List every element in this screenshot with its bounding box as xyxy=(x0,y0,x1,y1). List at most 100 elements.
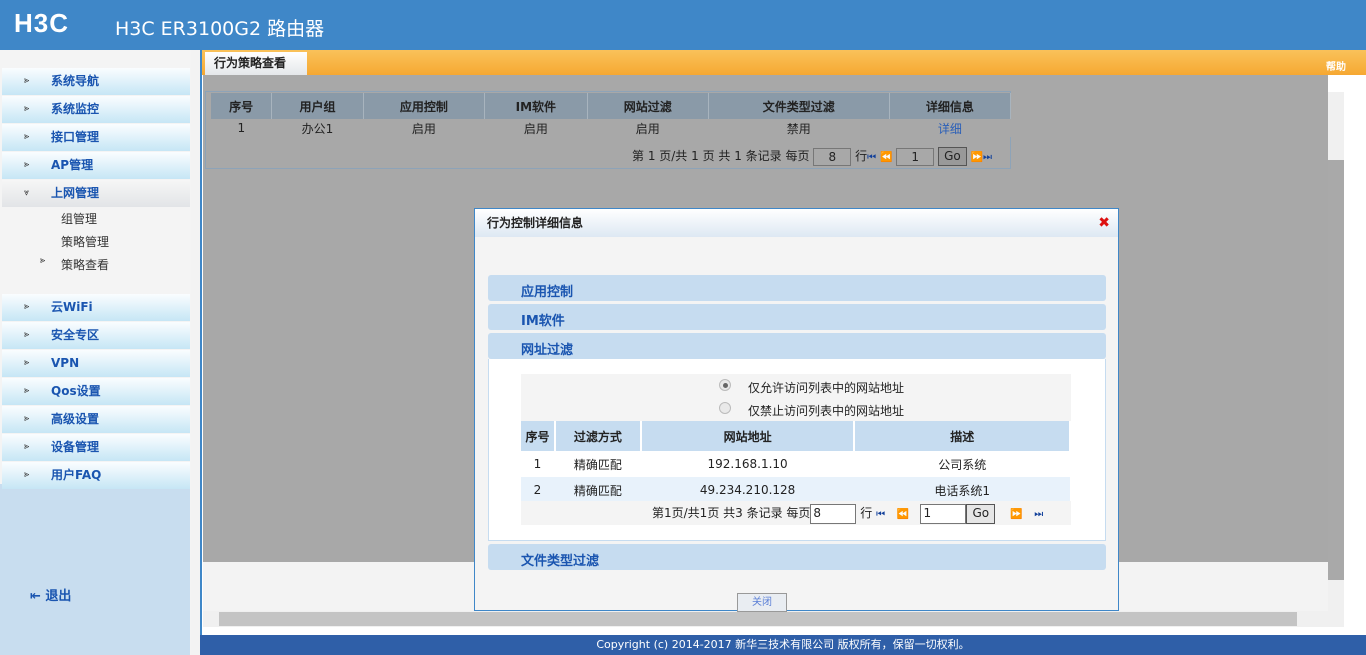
last-page-icon[interactable]: ⏭ xyxy=(1034,509,1043,520)
table-cell: 精确匹配 xyxy=(554,477,641,503)
sidebar-subitem[interactable]: ⪢ 策略查看 xyxy=(40,256,109,273)
page-input[interactable]: 1 xyxy=(896,147,935,166)
tab-policy-view[interactable]: 行为策略查看 xyxy=(205,52,307,75)
header: H3C H3C ER3100G2 路由器 xyxy=(0,0,1366,50)
detail-link[interactable]: 详细 xyxy=(889,119,1011,137)
close-button[interactable]: 关闭 xyxy=(737,593,787,612)
next-page-icon[interactable]: ⏩ xyxy=(1010,509,1022,520)
collapsed-arrow-icon: ⪢ xyxy=(24,414,30,424)
policy-table: 序号 用户组 应用控制 IM软件 网站过滤 文件类型过滤 详细信息 1 办公1 启用 启用 启用 禁用详… xyxy=(211,93,1012,137)
prev-page-icon[interactable]: ⏪ xyxy=(880,152,892,163)
collapsed-arrow-icon: ⪢ xyxy=(24,76,30,86)
column-header: 文件类型过滤 xyxy=(708,93,890,119)
sidebar-item[interactable]: ⪢ 设备管理 xyxy=(2,434,190,461)
sidebar-item-label: 上网管理 xyxy=(51,186,100,200)
table-cell: 2 xyxy=(521,477,555,503)
sidebar-item-label: 接口管理 xyxy=(51,130,100,144)
sidebar-item[interactable]: ⪢ VPN xyxy=(2,350,190,377)
sidebar-item[interactable]: ⪢ 用户FAQ xyxy=(2,462,190,489)
column-header: 网站地址 xyxy=(640,421,856,451)
filter-mode-radios: 仅允许访问列表中的网站地址 仅禁止访问列表中的网站地址 xyxy=(521,374,1071,421)
sidebar-item-label: VPN xyxy=(51,356,80,370)
table-row: 2 精确匹配 49.234.210.128 电话系统1 xyxy=(521,477,1070,503)
column-header: 过滤方式 xyxy=(554,421,642,451)
radio-allow-list[interactable] xyxy=(719,379,731,391)
go-button[interactable]: Go xyxy=(966,503,996,524)
table-cell: 公司系统 xyxy=(938,457,987,472)
section-url-filter[interactable]: 网址过滤 xyxy=(488,333,1106,359)
vertical-scroll-thumb[interactable] xyxy=(1328,160,1344,580)
sidebar-item[interactable]: ⪢ Qos设置 xyxy=(2,378,190,405)
table-cell: 办公1 xyxy=(271,119,364,137)
sidebar-item[interactable]: ⩔ 上网管理 xyxy=(2,180,190,207)
page-input[interactable]: 1 xyxy=(920,503,967,524)
collapsed-arrow-icon: ⪢ xyxy=(24,104,30,114)
section-app-control[interactable]: 应用控制 xyxy=(488,275,1106,301)
go-button[interactable]: Go xyxy=(938,147,967,166)
prev-page-icon[interactable]: ⏪ xyxy=(897,509,909,520)
collapsed-arrow-icon: ⪢ xyxy=(24,132,30,142)
collapsed-arrow-icon: ⪢ xyxy=(24,470,30,480)
tab-bar xyxy=(202,50,1366,75)
sidebar-item-label: 用户FAQ xyxy=(51,468,102,482)
radio-deny-list[interactable] xyxy=(719,402,731,414)
table-row: 1 办公1 启用 启用 启用 禁用 详细 xyxy=(211,119,1011,137)
close-icon[interactable]: ✖ xyxy=(1098,209,1110,237)
sidebar-item-label: 系统监控 xyxy=(51,102,100,116)
first-page-icon[interactable]: ⏮ xyxy=(876,509,885,520)
collapsed-arrow-icon: ⪢ xyxy=(24,160,30,170)
sidebar-subitem[interactable]: 组管理 xyxy=(61,210,97,227)
sidebar-item[interactable]: ⪢ 接口管理 xyxy=(2,124,190,151)
collapsed-arrow-icon: ⪢ xyxy=(24,302,30,312)
logout-icon: ⇤ xyxy=(30,589,46,604)
column-header: 序号 xyxy=(521,421,556,451)
table-cell: 49.234.210.128 xyxy=(640,477,855,503)
horizontal-scroll-thumb[interactable] xyxy=(219,612,1297,626)
sidebar-item-label: 安全专区 xyxy=(51,328,100,342)
last-page-icon[interactable]: ⏭ xyxy=(983,152,992,163)
per-page-input[interactable]: 8 xyxy=(813,147,852,166)
sidebar-item[interactable]: ⪢ 系统监控 xyxy=(2,96,190,123)
dialog-header: 行为控制详细信息 xyxy=(475,209,1118,237)
help-link[interactable]: 帮助 xyxy=(1326,58,1346,73)
current-arrow-icon: ⪢ xyxy=(40,256,46,266)
url-pager: 第1页/共1页 共3 条记录 每页 8 行 ⏮ ⏪ 1 Go ⏩ ⏭ xyxy=(521,501,1071,525)
sidebar-item[interactable]: ⪢ 云WiFi xyxy=(2,294,190,321)
column-header: 序号 xyxy=(211,93,273,119)
table-cell: 1 xyxy=(211,119,272,137)
sidebar-item-label: 高级设置 xyxy=(51,412,100,426)
first-page-icon[interactable]: ⏮ xyxy=(867,152,876,163)
logout-button[interactable]: ⇤ 退出 xyxy=(30,585,71,604)
column-header: 应用控制 xyxy=(363,93,486,119)
collapsed-arrow-icon: ⪢ xyxy=(24,386,30,396)
dialog-title: 行为控制详细信息 xyxy=(487,216,584,230)
sidebar-item[interactable]: ⪢ 安全专区 xyxy=(2,322,190,349)
sidebar-subitem[interactable]: 策略管理 xyxy=(61,233,109,250)
table-cell: 精确匹配 xyxy=(573,457,622,472)
sidebar-item[interactable]: ⪢ 系统导航 xyxy=(2,68,190,95)
sidebar-item[interactable]: ⪢ AP管理 xyxy=(2,152,190,179)
detail-dialog: 行为控制详细信息 ✖ 应用控制 IM软件 网址过滤 仅允许访问列表中的网站地址 … xyxy=(474,208,1119,612)
table-cell: 启用 xyxy=(484,119,588,137)
section-im-software[interactable]: IM软件 xyxy=(488,304,1106,330)
column-header: IM软件 xyxy=(484,93,588,119)
section-file-type-filter[interactable]: 文件类型过滤 xyxy=(488,544,1106,570)
sidebar-item[interactable]: ⪢ 高级设置 xyxy=(2,406,190,433)
footer-copyright: Copyright (c) 2014-2017 新华三技术有限公司 版权所有，保… xyxy=(200,635,1366,655)
url-filter-body: 仅允许访问列表中的网站地址 仅禁止访问列表中的网站地址 序号 过滤方式 网站地址 描述… xyxy=(488,359,1106,541)
expanded-arrow-icon: ⩔ xyxy=(24,188,30,198)
table-cell: 启用 xyxy=(363,119,485,137)
policy-pager: 第 1 页/共 1 页 共 1 条记录 每页 8 行⏮ ⏪ 1 Go ⏩⏭ xyxy=(632,147,992,166)
column-header: 网站过滤 xyxy=(587,93,709,119)
table-cell: 1 xyxy=(533,457,542,471)
collapsed-arrow-icon: ⪢ xyxy=(24,330,30,340)
column-header: 详细信息 xyxy=(889,93,1012,119)
per-page-input[interactable]: 8 xyxy=(810,503,857,524)
table-cell: 192.168.1.10 xyxy=(707,457,788,471)
table-row: 1 精确匹配 192.168.1.10 公司系统 xyxy=(521,451,1070,477)
column-header: 用户组 xyxy=(271,93,364,119)
next-page-icon[interactable]: ⏩ xyxy=(971,152,983,163)
collapsed-arrow-icon: ⪢ xyxy=(24,442,30,452)
sidebar-item-label: AP管理 xyxy=(51,158,94,172)
column-header: 描述 xyxy=(854,421,1071,451)
